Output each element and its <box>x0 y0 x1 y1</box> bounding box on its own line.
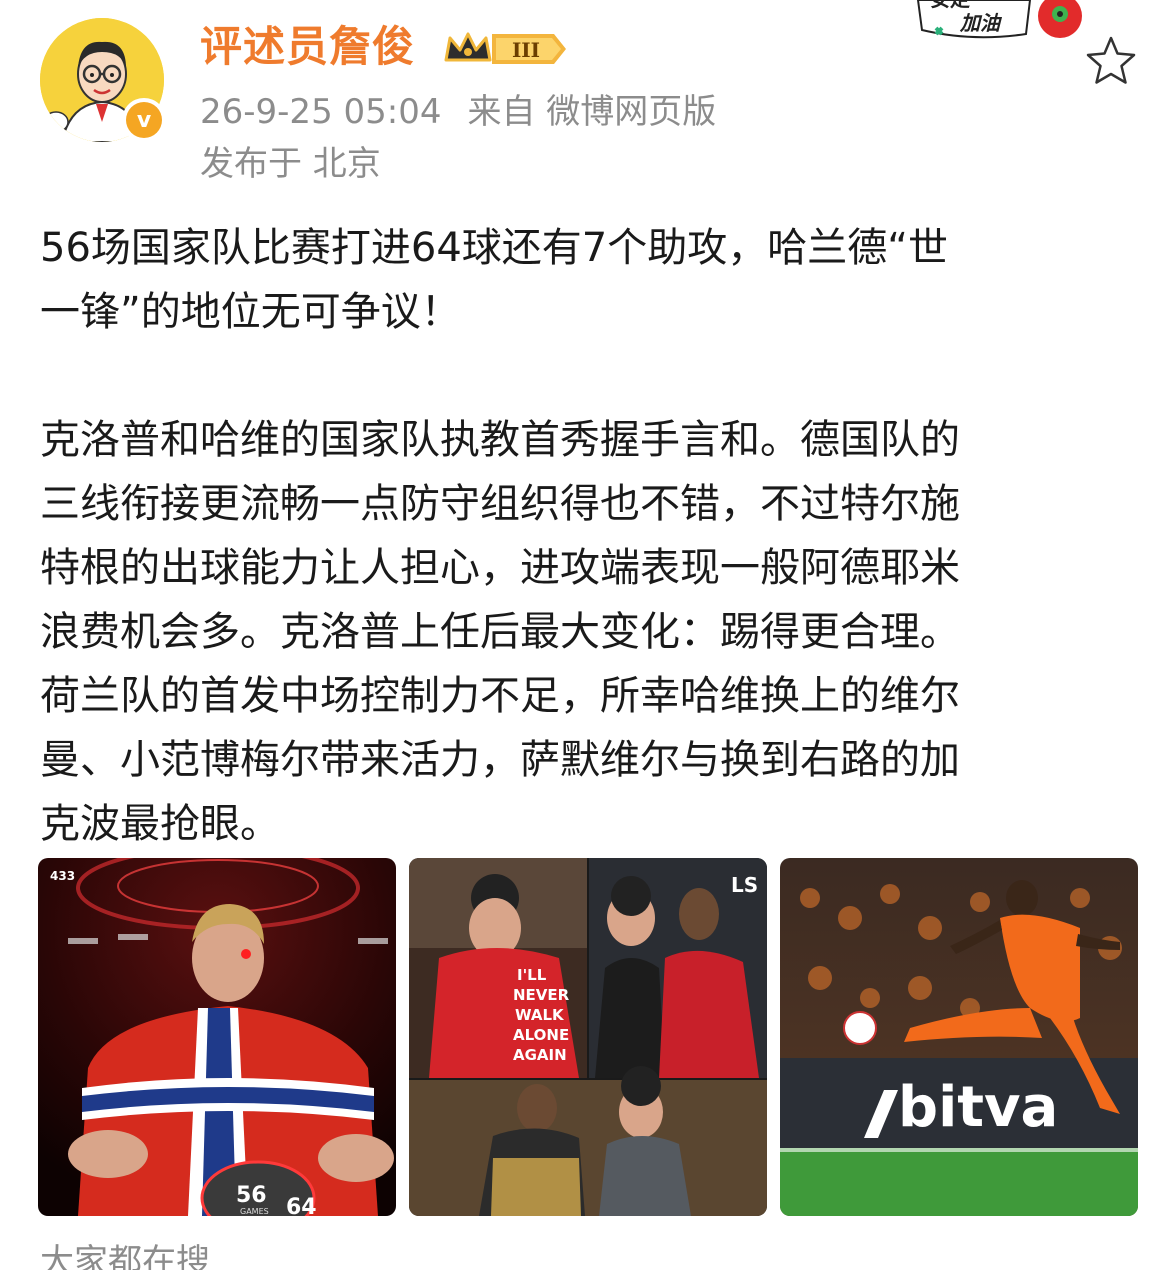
verified-v-icon: v <box>122 98 166 142</box>
crown-level-icon[interactable]: III <box>442 26 570 72</box>
post-image-1[interactable]: 56 GAMES 64 433 <box>38 858 396 1216</box>
post-image-2[interactable]: I'LL NEVER WALK ALONE AGAIN LS <box>409 858 767 1216</box>
shirt-text-5: AGAIN <box>513 1046 567 1064</box>
author-name[interactable]: 评述员詹俊 <box>200 20 415 74</box>
post-time[interactable]: 26-9-25 05:04 <box>200 92 442 132</box>
post-source: 来自 微博网页版 <box>467 92 717 132</box>
star-outline-icon[interactable] <box>1084 34 1138 88</box>
trending-search-label[interactable]: 大家都在搜 <box>40 1240 210 1270</box>
shirt-text-1: I'LL <box>517 966 547 984</box>
post-meta: 26-9-25 05:04 来自 微博网页版 <box>200 90 716 134</box>
post-paragraph-2: 克洛普和哈维的国家队执教首秀握手言和。德国队的 三线衔接更流畅一点防守组织得也不… <box>40 417 960 847</box>
device-caption: GAMES <box>240 1207 269 1216</box>
post-content: 56场国家队比赛打进64球还有7个助攻，哈兰德“世 一锋”的地位无可争议！ 克洛… <box>40 216 1140 856</box>
decorative-sticker: 安定 加油 <box>912 0 1092 48</box>
watermark-433: 433 <box>50 869 75 883</box>
shirt-text-3: WALK <box>515 1006 565 1024</box>
device-number-1: 56 <box>236 1183 267 1208</box>
shirt-text-4: ALONE <box>513 1026 569 1044</box>
sticker-partial-text: 安定 <box>930 0 970 11</box>
post-location: 发布于 北京 <box>200 144 381 184</box>
post-image-grid: 56 GAMES 64 433 I'LL NEVER WALK ALONE AG… <box>38 858 1138 1216</box>
post-paragraph-1: 56场国家队比赛打进64球还有7个助攻，哈兰德“世 一锋”的地位无可争议！ <box>40 225 948 335</box>
watermark-ls: LS <box>731 873 758 897</box>
post-image-3[interactable]: bitva <box>780 858 1138 1216</box>
ad-board-text: bitva <box>898 1075 1058 1140</box>
sticker-text: 加油 <box>959 11 1003 35</box>
shirt-text-2: NEVER <box>513 986 570 1004</box>
device-number-2: 64 <box>286 1195 317 1216</box>
level-text: III <box>512 38 540 62</box>
